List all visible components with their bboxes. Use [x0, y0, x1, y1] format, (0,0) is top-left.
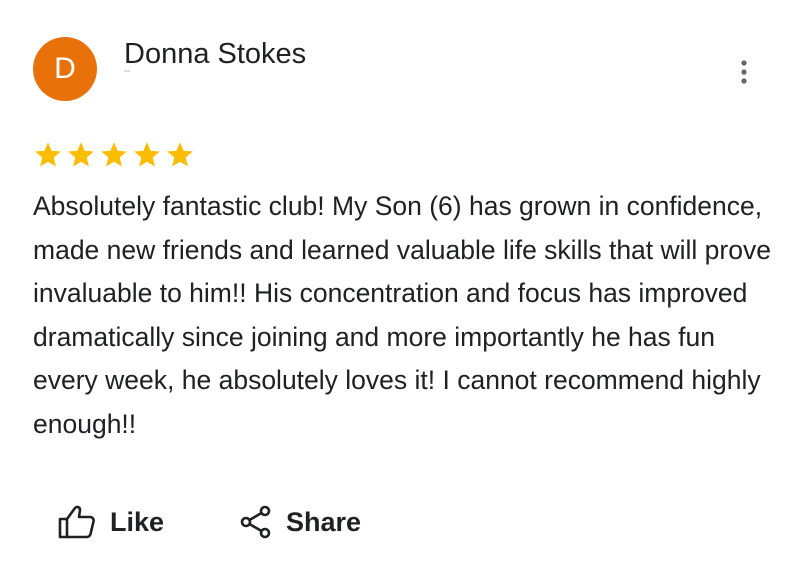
star-filled-icon	[101, 142, 127, 167]
review-text: Absolutely fantastic club! My Son (6) ha…	[33, 191, 771, 439]
share-icon	[240, 505, 271, 539]
avatar[interactable]: D	[33, 37, 97, 101]
star-filled-icon	[35, 142, 61, 167]
star-filled-icon	[68, 142, 94, 167]
star-rating	[33, 140, 195, 170]
more-vertical-icon	[741, 60, 747, 84]
like-button[interactable]: Like	[58, 500, 164, 544]
like-label: Like	[110, 506, 165, 537]
share-button[interactable]: Share	[240, 500, 361, 544]
star-filled-icon	[134, 142, 160, 167]
reviewer-name[interactable]: Donna Stokes	[124, 36, 306, 72]
reviewer-subtitle-mark	[124, 70, 130, 72]
more-options-button[interactable]	[728, 54, 760, 90]
star-filled-icon	[167, 142, 193, 167]
share-label: Share	[286, 506, 362, 537]
thumbs-up-icon	[58, 505, 95, 539]
review-card: D Donna Stokes Absolutely fantastic club…	[0, 0, 801, 564]
